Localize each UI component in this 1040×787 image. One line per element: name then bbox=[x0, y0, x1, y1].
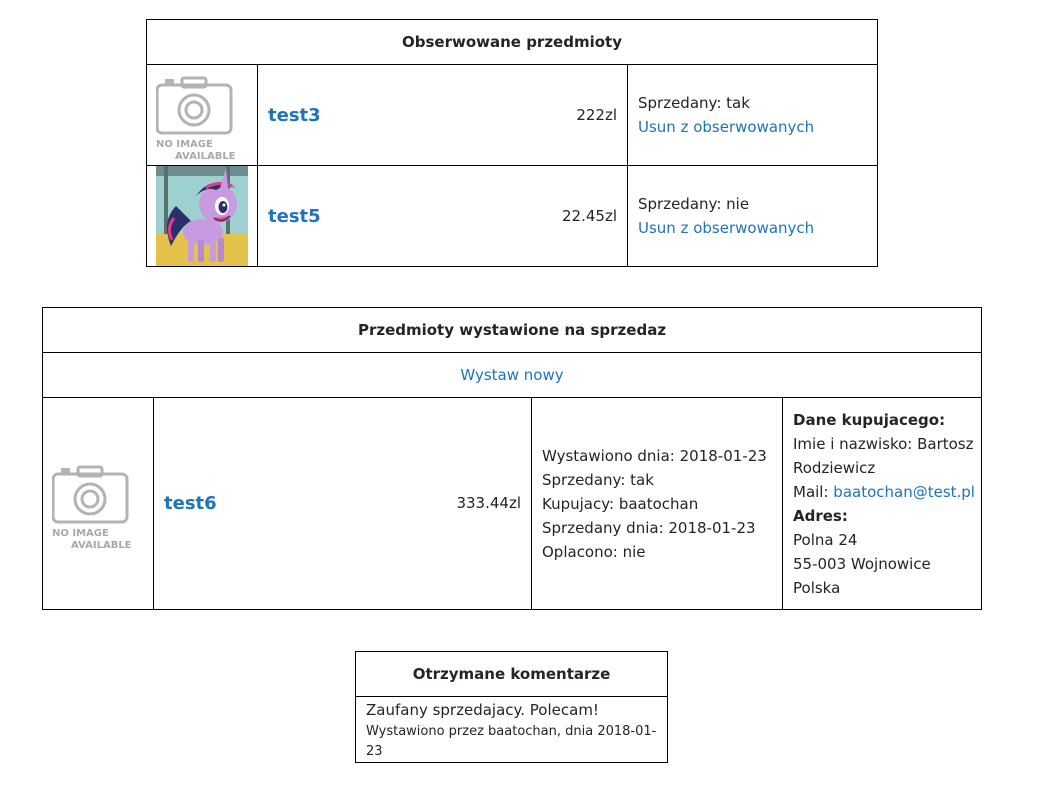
item-sold-status: Sprzedany: tak bbox=[638, 94, 750, 112]
item-price: 22.45zl bbox=[562, 207, 617, 225]
item-price: 333.44zl bbox=[456, 494, 521, 512]
item-status-cell: Sprzedany: nie Usun z obserwowanych bbox=[627, 165, 878, 267]
sold-date: Sprzedany dnia: 2018-01-23 bbox=[542, 518, 756, 537]
buyer-details-cell: Dane kupujacego: Imie i nazwisko: Bartos… bbox=[782, 397, 982, 610]
buyer-mail: Mail: baatochan@test.pl bbox=[793, 480, 981, 504]
for-sale-table: Przedmioty wystawione na sprzedaz Wystaw… bbox=[42, 307, 982, 610]
remove-watched-link[interactable]: Usun z obserwowanych bbox=[638, 118, 814, 136]
item-price: 222zl bbox=[576, 106, 617, 124]
item-sold-status: Sprzedany: nie bbox=[638, 195, 750, 213]
buyer-fullname-rest: Rodziewicz bbox=[793, 458, 876, 477]
for-sale-title: Przedmioty wystawione na sprzedaz bbox=[42, 307, 982, 353]
item-thumbnail: NO IMAGE AVAILABLE bbox=[146, 64, 258, 166]
item-name-price-cell: test3 222zl bbox=[257, 64, 628, 166]
comments-table: Otrzymane komentarze Zaufany sprzedajacy… bbox=[355, 651, 668, 763]
no-image-icon: NO IMAGE AVAILABLE bbox=[52, 465, 132, 550]
no-image-line1: NO IMAGE bbox=[156, 139, 213, 150]
no-image-icon: NO IMAGE AVAILABLE bbox=[156, 76, 236, 161]
paid-status: Oplacono: nie bbox=[542, 542, 646, 561]
new-listing-cell: Wystaw nowy bbox=[42, 352, 982, 398]
buyer-details-header: Dane kupujacego: bbox=[793, 410, 946, 429]
item-thumbnail bbox=[146, 165, 258, 267]
buyer-fullname: Imie i nazwisko: Bartosz bbox=[793, 434, 974, 453]
item-thumbnail: NO IMAGE AVAILABLE bbox=[42, 397, 154, 610]
buyer-mail-link[interactable]: baatochan@test.pl bbox=[833, 483, 975, 501]
address-street: Polna 24 bbox=[793, 530, 858, 549]
comment-cell: Zaufany sprzedajacy. Polecam! Wystawiono… bbox=[355, 696, 668, 763]
sold-status: Sprzedany: tak bbox=[542, 470, 654, 489]
table-row: Zaufany sprzedajacy. Polecam! Wystawiono… bbox=[355, 696, 668, 763]
table-row: NO IMAGE AVAILABLE test3 222zl Sprzedany… bbox=[146, 64, 878, 166]
item-status-cell: Sprzedany: tak Usun z obserwowanych bbox=[627, 64, 878, 166]
item-name-link[interactable]: test3 bbox=[268, 105, 321, 126]
no-image-line2: AVAILABLE bbox=[71, 540, 132, 550]
item-name-link[interactable]: test6 bbox=[164, 493, 217, 514]
no-image-line2: AVAILABLE bbox=[175, 151, 236, 161]
item-name-price-cell: test5 22.45zl bbox=[257, 165, 628, 267]
address-city: 55-003 Wojnowice bbox=[793, 554, 931, 573]
remove-watched-link[interactable]: Usun z obserwowanych bbox=[638, 219, 814, 237]
comments-title: Otrzymane komentarze bbox=[355, 651, 668, 697]
sale-details-cell: Wystawiono dnia: 2018-01-23 Sprzedany: t… bbox=[531, 397, 783, 610]
comment-text: Zaufany sprzedajacy. Polecam! bbox=[366, 700, 599, 719]
comment-meta: Wystawiono przez baatochan, dnia 2018-01… bbox=[366, 723, 657, 759]
table-row: NO IMAGE AVAILABLE test6 333.44zl Wystaw… bbox=[42, 397, 982, 610]
watched-items-table: Obserwowane przedmioty NO IMAGE AVAILABL… bbox=[146, 19, 878, 267]
item-name-price-cell: test6 333.44zl bbox=[153, 397, 532, 610]
buyer-name: Kupujacy: baatochan bbox=[542, 494, 699, 513]
mail-label: Mail: bbox=[793, 482, 834, 501]
new-listing-link[interactable]: Wystaw nowy bbox=[460, 366, 563, 384]
listed-date: Wystawiono dnia: 2018-01-23 bbox=[542, 446, 767, 465]
watched-items-title: Obserwowane przedmioty bbox=[146, 19, 878, 65]
address-header: Adres: bbox=[793, 506, 848, 525]
pony-image bbox=[156, 166, 248, 266]
address-country: Polska bbox=[793, 578, 841, 597]
item-name-link[interactable]: test5 bbox=[268, 206, 321, 227]
no-image-line1: NO IMAGE bbox=[52, 528, 109, 539]
table-row: test5 22.45zl Sprzedany: nie Usun z obse… bbox=[146, 165, 878, 267]
